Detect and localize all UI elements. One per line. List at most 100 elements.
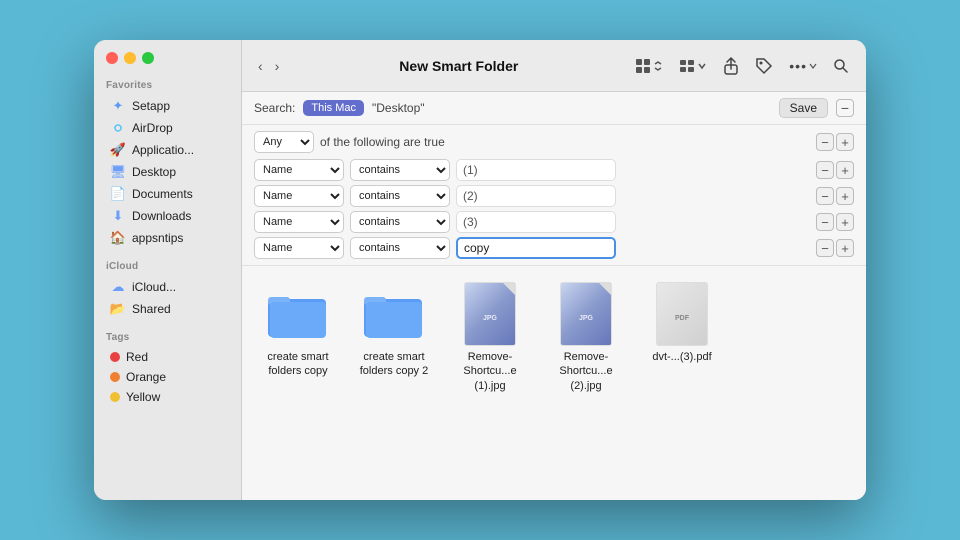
applications-icon: 🚀 xyxy=(110,142,126,158)
file-label-folder1: create smart folders copy xyxy=(258,350,338,379)
field-select-2[interactable]: Name xyxy=(254,185,344,207)
main-panel: ‹ › New Smart Folder xyxy=(242,40,866,500)
filter-value-3: (3) xyxy=(456,211,616,233)
back-button[interactable]: ‹ xyxy=(254,56,267,76)
file-label-jpg1: Remove-Shortcu...e (1).jpg xyxy=(450,350,530,393)
folder2-icon xyxy=(362,282,426,346)
field-select-3[interactable]: Name xyxy=(254,211,344,233)
list-icon xyxy=(679,58,695,74)
file-item-jpg1[interactable]: JPG Remove-Shortcu...e (1).jpg xyxy=(450,282,530,393)
sidebar-item-icloud[interactable]: ☁ iCloud... xyxy=(98,276,237,298)
sidebar-item-label: Documents xyxy=(132,187,193,201)
close-button[interactable] xyxy=(106,52,118,64)
file-label-folder2: create smart folders copy 2 xyxy=(354,350,434,379)
finder-window: Favorites ✦ Setapp AirDrop 🚀 Applicatio.… xyxy=(94,40,866,500)
favorites-label: Favorites xyxy=(94,76,241,95)
sidebar-item-setapp[interactable]: ✦ Setapp xyxy=(98,95,237,117)
icloud-icon: ☁ xyxy=(110,279,126,295)
file-item-jpg2[interactable]: JPG Remove-Shortcu...e (2).jpg xyxy=(546,282,626,393)
jpg2-thumb: JPG xyxy=(560,282,612,346)
sidebar-item-label: Downloads xyxy=(132,209,191,223)
file-grid: create smart folders copy create smart f… xyxy=(242,266,866,500)
folder1-icon xyxy=(266,282,330,346)
file-item-folder2[interactable]: create smart folders copy 2 xyxy=(354,282,434,379)
filter-row-3: Name contains (3) − + xyxy=(254,211,854,233)
more-chevron-icon xyxy=(809,62,817,70)
condition-select-2[interactable]: contains xyxy=(350,185,450,207)
condition-select-1[interactable]: contains xyxy=(350,159,450,181)
row1-minus-button[interactable]: − xyxy=(816,161,834,179)
chevron-down-icon xyxy=(697,61,707,71)
sidebar-item-shared[interactable]: 📂 Shared xyxy=(98,298,237,320)
field-select-1[interactable]: Name xyxy=(254,159,344,181)
share-button[interactable] xyxy=(718,54,744,78)
sidebar-item-tag-red[interactable]: Red xyxy=(98,347,237,367)
desktop-pill[interactable]: "Desktop" xyxy=(372,101,425,115)
grid-view-button[interactable] xyxy=(630,55,668,77)
search-prefix: Search: xyxy=(254,101,295,115)
row2-minus-button[interactable]: − xyxy=(816,187,834,205)
top-minus-button[interactable]: − xyxy=(816,133,834,151)
sidebar-item-label: Shared xyxy=(132,302,171,316)
sidebar-item-label: iCloud... xyxy=(132,280,176,294)
tag-button[interactable] xyxy=(750,54,778,78)
jpg2-icon: JPG xyxy=(554,282,618,346)
nav-buttons: ‹ › xyxy=(254,56,283,76)
sidebar-item-tag-yellow[interactable]: Yellow xyxy=(98,387,237,407)
pdf1-icon: PDF xyxy=(650,282,714,346)
tag-label: Orange xyxy=(126,370,166,384)
search-minus-button[interactable]: − xyxy=(836,99,854,117)
traffic-lights xyxy=(94,52,241,76)
search-icon xyxy=(833,58,849,74)
orange-dot-icon xyxy=(110,372,120,382)
row4-plus-button[interactable]: + xyxy=(836,239,854,257)
top-filter-controls: − + xyxy=(816,133,854,151)
sidebar-item-downloads[interactable]: ⬇ Downloads xyxy=(98,205,237,227)
sidebar-item-label: Setapp xyxy=(132,99,170,113)
grid-icon xyxy=(635,58,651,74)
sidebar-item-label: Applicatio... xyxy=(132,143,194,157)
row1-plus-button[interactable]: + xyxy=(836,161,854,179)
filter-row-1: Name contains (1) − + xyxy=(254,159,854,181)
row2-plus-button[interactable]: + xyxy=(836,187,854,205)
minimize-button[interactable] xyxy=(124,52,136,64)
forward-button[interactable]: › xyxy=(271,56,284,76)
jpg1-icon: JPG xyxy=(458,282,522,346)
row3-minus-button[interactable]: − xyxy=(816,213,834,231)
row2-controls: − + xyxy=(816,187,854,205)
filter-top-row: Any All None of the following are true −… xyxy=(254,131,854,153)
sidebar-item-airdrop[interactable]: AirDrop xyxy=(98,117,237,139)
tag-label: Yellow xyxy=(126,390,160,404)
shared-icon: 📂 xyxy=(110,301,126,317)
row3-plus-button[interactable]: + xyxy=(836,213,854,231)
top-plus-button[interactable]: + xyxy=(836,133,854,151)
field-select-4[interactable]: Name xyxy=(254,237,344,259)
condition-select-3[interactable]: contains xyxy=(350,211,450,233)
file-item-pdf1[interactable]: PDF dvt-...(3).pdf xyxy=(642,282,722,364)
filter-input-4[interactable] xyxy=(456,237,616,259)
condition-select-4[interactable]: contains xyxy=(350,237,450,259)
save-button[interactable]: Save xyxy=(779,98,828,118)
sidebar-item-applications[interactable]: 🚀 Applicatio... xyxy=(98,139,237,161)
sidebar-item-label: Desktop xyxy=(132,165,176,179)
downloads-icon: ⬇ xyxy=(110,208,126,224)
desktop-icon: 🖥 xyxy=(110,164,126,180)
row4-minus-button[interactable]: − xyxy=(816,239,834,257)
file-label-pdf1: dvt-...(3).pdf xyxy=(652,350,711,364)
this-mac-pill[interactable]: This Mac xyxy=(303,100,364,116)
list-view-button[interactable] xyxy=(674,55,712,77)
sidebar-item-tag-orange[interactable]: Orange xyxy=(98,367,237,387)
file-label-jpg2: Remove-Shortcu...e (2).jpg xyxy=(546,350,626,393)
sidebar-item-label: AirDrop xyxy=(132,121,173,135)
search-button[interactable] xyxy=(828,55,854,77)
file-item-folder1[interactable]: create smart folders copy xyxy=(258,282,338,379)
sidebar-item-appsntips[interactable]: 🏠 appsntips xyxy=(98,227,237,249)
more-button[interactable]: ••• xyxy=(784,55,822,77)
documents-icon: 📄 xyxy=(110,186,126,202)
row1-controls: − + xyxy=(816,161,854,179)
any-select[interactable]: Any All None xyxy=(254,131,314,153)
sidebar-item-desktop[interactable]: 🖥 Desktop xyxy=(98,161,237,183)
folder-icon xyxy=(364,289,424,339)
sidebar-item-documents[interactable]: 📄 Documents xyxy=(98,183,237,205)
zoom-button[interactable] xyxy=(142,52,154,64)
